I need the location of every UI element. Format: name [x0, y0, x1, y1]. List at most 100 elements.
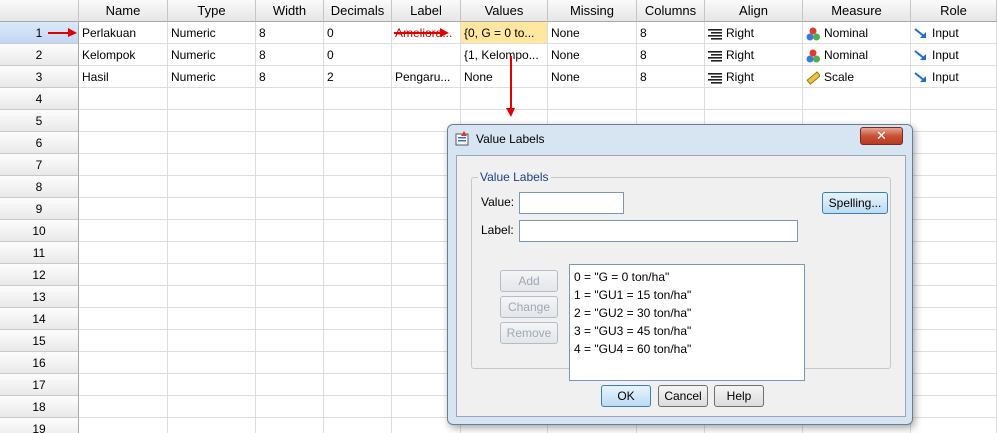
- cell-values[interactable]: {0, G = 0 to...: [461, 22, 548, 44]
- empty-cell[interactable]: [79, 132, 168, 154]
- cell-role[interactable]: Input: [911, 66, 997, 88]
- cell-name[interactable]: Perlakuan: [79, 22, 168, 44]
- empty-cell[interactable]: [168, 220, 256, 242]
- label-input[interactable]: [519, 220, 798, 242]
- empty-cell[interactable]: [324, 88, 392, 110]
- empty-cell[interactable]: [324, 132, 392, 154]
- row-number[interactable]: 19: [0, 418, 79, 433]
- empty-cell[interactable]: [324, 176, 392, 198]
- empty-cell[interactable]: [911, 88, 997, 110]
- empty-cell[interactable]: [256, 242, 324, 264]
- cell-measure[interactable]: Scale: [803, 66, 911, 88]
- empty-cell[interactable]: [911, 176, 997, 198]
- cell-align[interactable]: Right: [705, 66, 803, 88]
- empty-cell[interactable]: [168, 264, 256, 286]
- empty-cell[interactable]: [79, 220, 168, 242]
- cell-missing[interactable]: None: [548, 22, 637, 44]
- empty-cell[interactable]: [168, 418, 256, 433]
- empty-cell[interactable]: [911, 418, 997, 433]
- empty-cell[interactable]: [705, 88, 803, 110]
- empty-cell[interactable]: [911, 110, 997, 132]
- cell-decimals[interactable]: 0: [324, 44, 392, 66]
- empty-cell[interactable]: [79, 418, 168, 433]
- ok-button[interactable]: OK: [601, 385, 651, 407]
- cell-values[interactable]: None: [461, 66, 548, 88]
- empty-cell[interactable]: [256, 374, 324, 396]
- empty-cell[interactable]: [324, 198, 392, 220]
- cell-columns[interactable]: 8: [637, 22, 705, 44]
- empty-cell[interactable]: [324, 264, 392, 286]
- row-number[interactable]: 7: [0, 154, 79, 176]
- empty-cell[interactable]: [256, 418, 324, 433]
- empty-cell[interactable]: [324, 242, 392, 264]
- empty-cell[interactable]: [911, 264, 997, 286]
- remove-button[interactable]: Remove: [500, 322, 558, 344]
- empty-cell[interactable]: [911, 242, 997, 264]
- row-number[interactable]: 14: [0, 308, 79, 330]
- row-number[interactable]: 13: [0, 286, 79, 308]
- empty-cell[interactable]: [392, 88, 461, 110]
- change-button[interactable]: Change: [500, 296, 558, 318]
- empty-cell[interactable]: [324, 418, 392, 433]
- cancel-button[interactable]: Cancel: [658, 385, 708, 407]
- empty-cell[interactable]: [461, 88, 548, 110]
- cell-type[interactable]: Numeric: [168, 22, 256, 44]
- empty-cell[interactable]: [256, 220, 324, 242]
- empty-cell[interactable]: [911, 154, 997, 176]
- empty-cell[interactable]: [324, 396, 392, 418]
- cell-missing[interactable]: None: [548, 66, 637, 88]
- row-number[interactable]: 16: [0, 352, 79, 374]
- empty-cell[interactable]: [79, 286, 168, 308]
- empty-cell[interactable]: [168, 242, 256, 264]
- spelling-button[interactable]: Spelling...: [822, 192, 888, 214]
- row-number[interactable]: 2: [0, 44, 79, 66]
- cell-measure[interactable]: Nominal: [803, 44, 911, 66]
- empty-cell[interactable]: [79, 242, 168, 264]
- row-number[interactable]: 8: [0, 176, 79, 198]
- value-labels-list[interactable]: 0 = "G = 0 ton/ha" 1 = "GU1 = 15 ton/ha"…: [569, 264, 805, 381]
- list-item[interactable]: 1 = "GU1 = 15 ton/ha": [574, 286, 800, 304]
- empty-cell[interactable]: [79, 374, 168, 396]
- col-header-label[interactable]: Label: [392, 0, 461, 22]
- empty-cell[interactable]: [256, 308, 324, 330]
- close-button[interactable]: ✕: [860, 127, 903, 145]
- row-number[interactable]: 15: [0, 330, 79, 352]
- empty-cell[interactable]: [256, 286, 324, 308]
- empty-cell[interactable]: [324, 330, 392, 352]
- empty-cell[interactable]: [79, 176, 168, 198]
- row-number[interactable]: 18: [0, 396, 79, 418]
- row-number[interactable]: 6: [0, 132, 79, 154]
- col-header-width[interactable]: Width: [256, 0, 324, 22]
- empty-cell[interactable]: [79, 264, 168, 286]
- empty-cell[interactable]: [911, 352, 997, 374]
- col-header-decimals[interactable]: Decimals: [324, 0, 392, 22]
- empty-cell[interactable]: [168, 396, 256, 418]
- cell-decimals[interactable]: 0: [324, 22, 392, 44]
- col-header-measure[interactable]: Measure: [803, 0, 911, 22]
- empty-cell[interactable]: [324, 154, 392, 176]
- row-number[interactable]: 11: [0, 242, 79, 264]
- empty-cell[interactable]: [324, 220, 392, 242]
- empty-cell[interactable]: [803, 88, 911, 110]
- cell-width[interactable]: 8: [256, 66, 324, 88]
- empty-cell[interactable]: [168, 154, 256, 176]
- col-header-align[interactable]: Align: [705, 0, 803, 22]
- empty-cell[interactable]: [911, 220, 997, 242]
- cell-width[interactable]: 8: [256, 44, 324, 66]
- empty-cell[interactable]: [168, 330, 256, 352]
- empty-cell[interactable]: [79, 308, 168, 330]
- cell-columns[interactable]: 8: [637, 44, 705, 66]
- empty-cell[interactable]: [168, 374, 256, 396]
- empty-cell[interactable]: [168, 286, 256, 308]
- row-number[interactable]: 12: [0, 264, 79, 286]
- cell-width[interactable]: 8: [256, 22, 324, 44]
- list-item[interactable]: 3 = "GU3 = 45 ton/ha": [574, 322, 800, 340]
- cell-type[interactable]: Numeric: [168, 44, 256, 66]
- empty-cell[interactable]: [168, 132, 256, 154]
- cell-align[interactable]: Right: [705, 22, 803, 44]
- add-button[interactable]: Add: [500, 270, 558, 292]
- empty-cell[interactable]: [911, 330, 997, 352]
- empty-cell[interactable]: [324, 374, 392, 396]
- cell-label[interactable]: Pengaru...: [392, 66, 461, 88]
- col-header-type[interactable]: Type: [168, 0, 256, 22]
